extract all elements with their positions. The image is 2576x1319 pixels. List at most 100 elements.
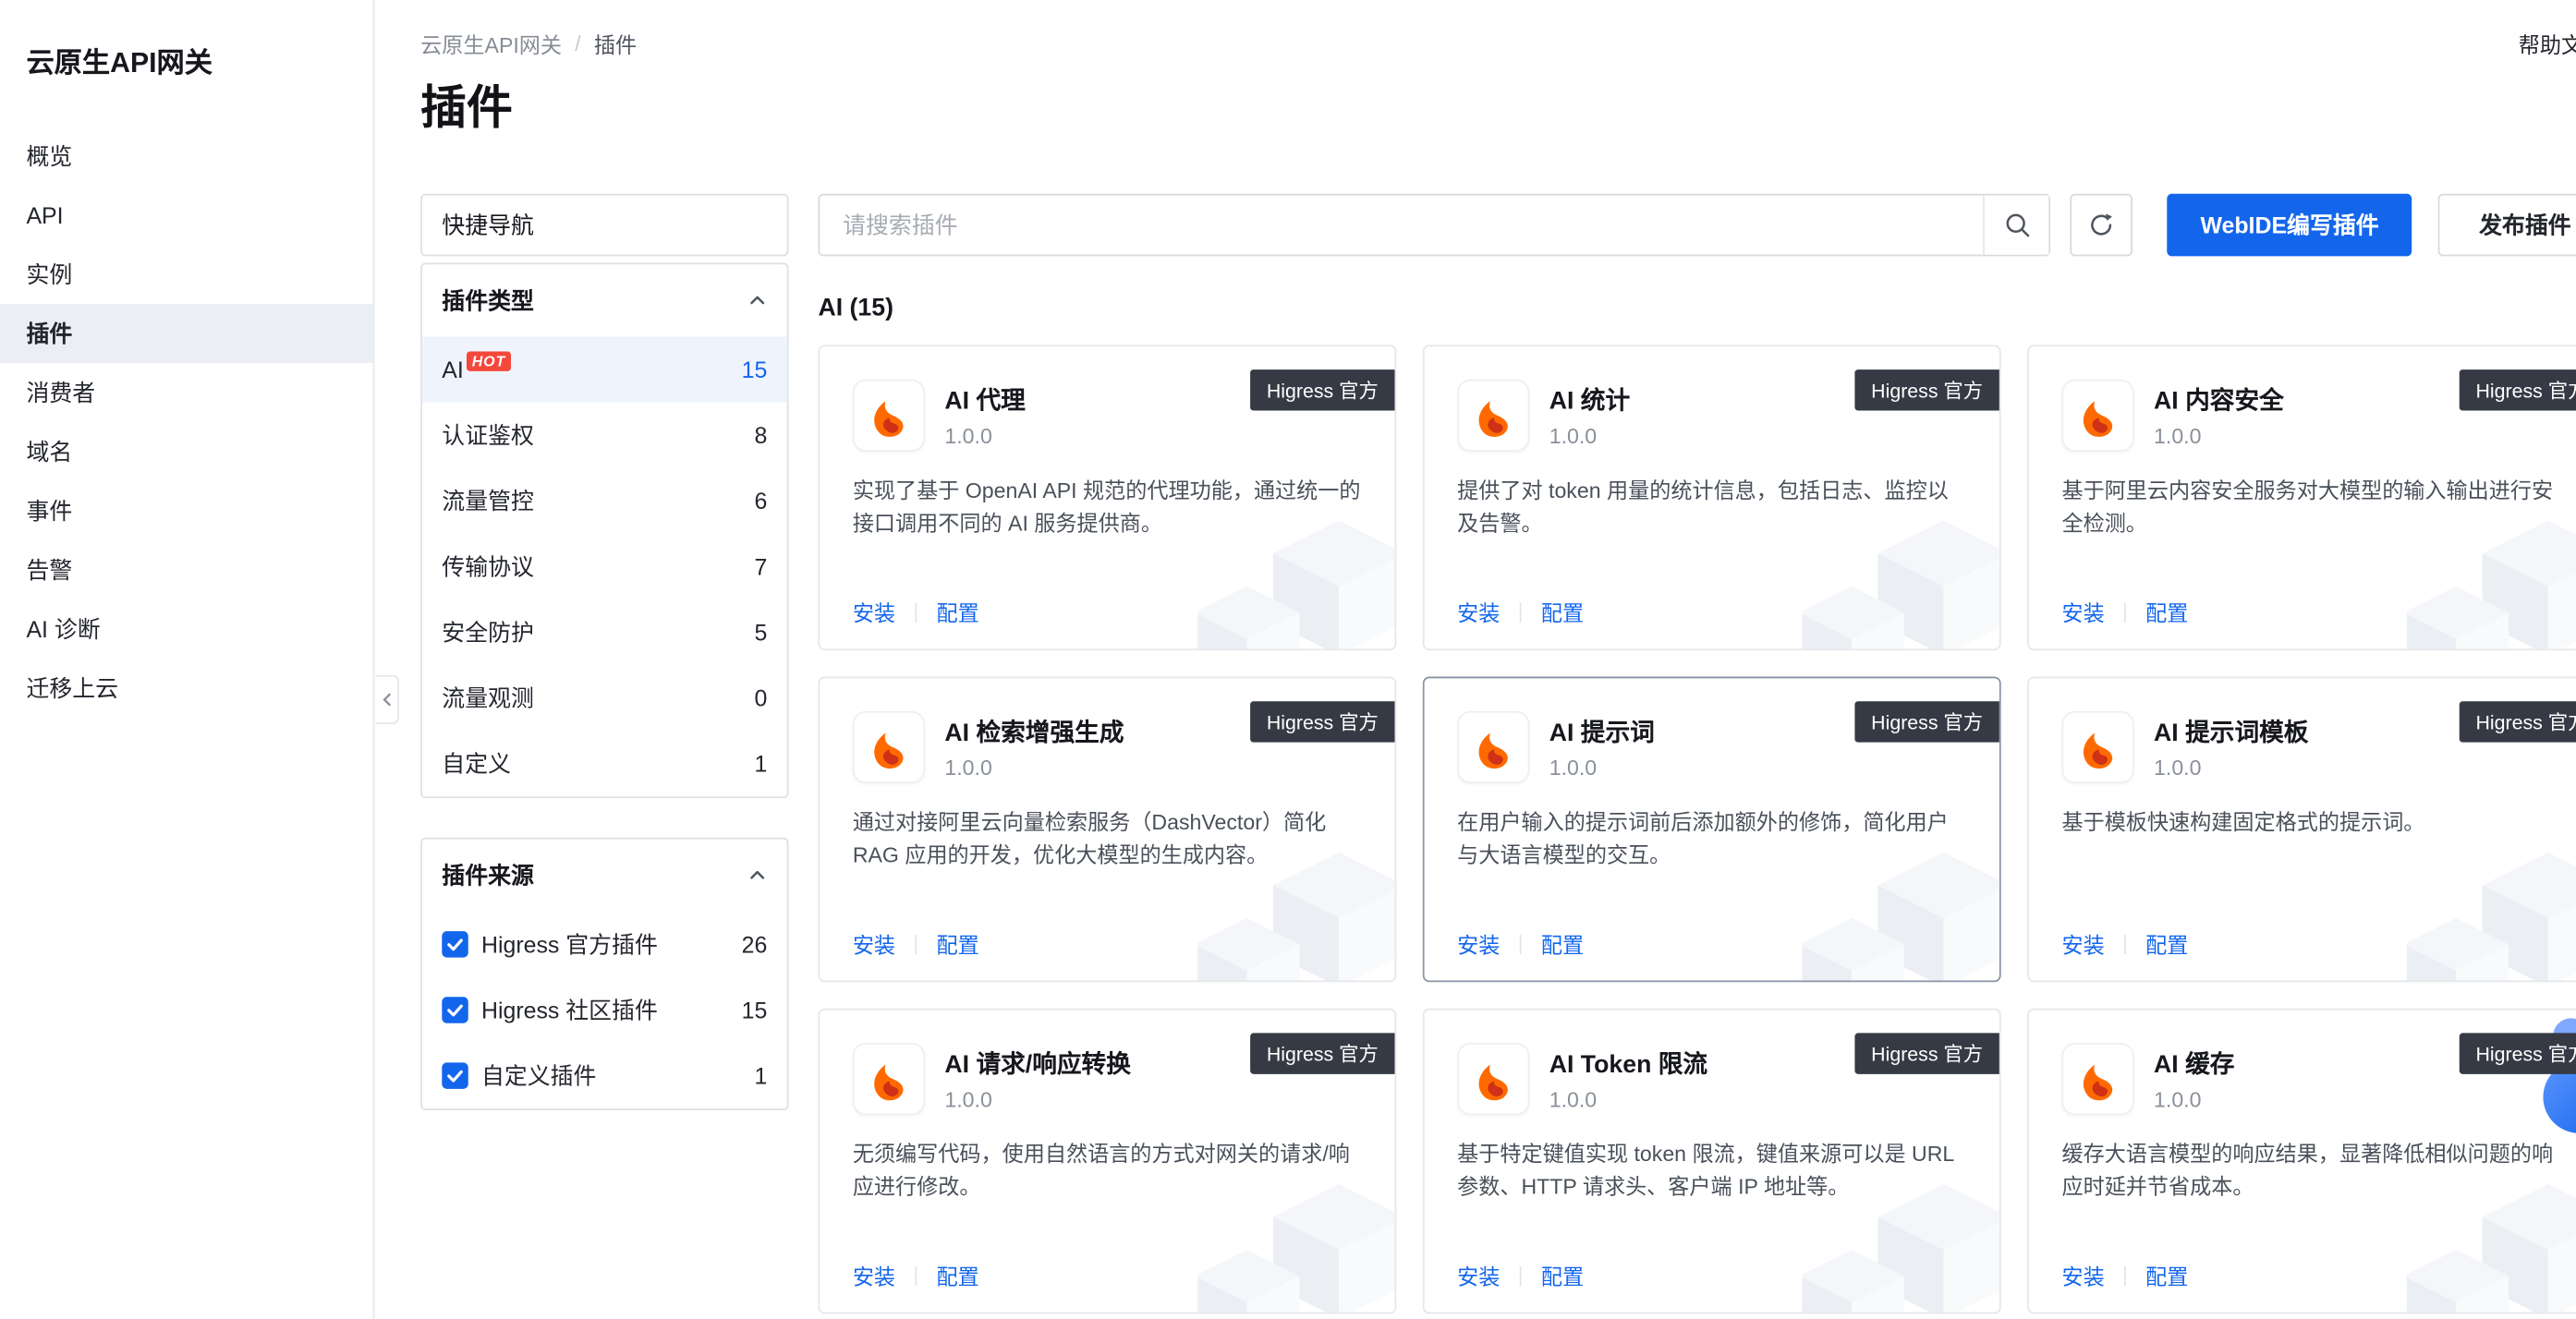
sidebar-item-alerts[interactable]: 告警 — [0, 540, 373, 599]
plugin-version: 1.0.0 — [2154, 1087, 2234, 1112]
plugin-type-title: 插件类型 — [442, 284, 534, 318]
checkbox-checked[interactable] — [442, 1062, 468, 1088]
filter-type-auth[interactable]: 认证鉴权 8 — [422, 403, 787, 468]
configure-link[interactable]: 配置 — [2145, 596, 2188, 627]
official-badge: Higress 官方 — [1250, 1033, 1394, 1073]
plugin-card[interactable]: Higress 官方 AI 缓存 1.0.0 缓存大语言模型的响应结果，显著降低… — [2027, 1009, 2576, 1314]
configure-link[interactable]: 配置 — [2145, 1260, 2188, 1291]
card-meta: AI 请求/响应转换 1.0.0 — [944, 1043, 1131, 1115]
card-meta: AI Token 限流 1.0.0 — [1549, 1043, 1707, 1115]
plugin-card[interactable]: Higress 官方 AI 提示词 1.0.0 在用户输入的提示词前后添加额外的… — [1423, 677, 2001, 983]
filter-type-ai[interactable]: AIHOT 15 — [422, 337, 787, 403]
install-link[interactable]: 安装 — [853, 1260, 895, 1291]
search-button[interactable] — [1983, 196, 2048, 255]
filter-type-label: 流量观测 — [442, 682, 534, 715]
filter-type-protocol[interactable]: 传输协议 7 — [422, 534, 787, 599]
checkbox-checked[interactable] — [442, 997, 468, 1023]
plugin-source-header[interactable]: 插件来源 — [422, 840, 787, 912]
webide-button[interactable]: WebIDE编写插件 — [2168, 194, 2412, 257]
filter-type-label: 传输协议 — [442, 551, 534, 584]
sidebar-item-consumers[interactable]: 消费者 — [0, 363, 373, 422]
filter-type-custom[interactable]: 自定义 1 — [422, 731, 787, 796]
official-badge: Higress 官方 — [1250, 369, 1394, 410]
install-link[interactable]: 安装 — [1457, 1260, 1500, 1291]
configure-link[interactable]: 配置 — [1541, 1260, 1584, 1291]
sidebar-item-overview[interactable]: 概览 — [0, 127, 373, 186]
plugin-description: 缓存大语言模型的响应结果，显著降低相似问题的响应时延并节省成本。 — [2061, 1138, 2570, 1204]
plugin-version: 1.0.0 — [944, 756, 1124, 781]
publish-plugin-button[interactable]: 发布插件 — [2438, 194, 2576, 257]
install-link[interactable]: 安装 — [2061, 928, 2104, 960]
plugin-description: 实现了基于 OpenAI API 规范的代理功能，通过统一的接口调用不同的 AI… — [853, 475, 1362, 540]
higress-logo-icon — [1457, 711, 1529, 783]
filter-source-official[interactable]: Higress 官方插件 26 — [422, 912, 787, 977]
action-divider — [2124, 602, 2126, 622]
install-link[interactable]: 安装 — [1457, 928, 1500, 960]
card-meta: AI 统计 1.0.0 — [1549, 380, 1630, 452]
filter-source-count: 15 — [742, 997, 768, 1023]
plugin-card[interactable]: Higress 官方 AI 请求/响应转换 1.0.0 无须编写代码，使用自然语… — [818, 1009, 1396, 1314]
plugin-card[interactable]: Higress 官方 AI 代理 1.0.0 实现了基于 OpenAI API … — [818, 345, 1396, 650]
chevron-up-icon — [747, 865, 767, 885]
action-divider — [915, 1265, 917, 1285]
filter-type-traffic-control[interactable]: 流量管控 6 — [422, 468, 787, 534]
install-link[interactable]: 安装 — [853, 596, 895, 627]
filter-source-count: 26 — [742, 931, 768, 957]
plugin-card[interactable]: Higress 官方 AI 内容安全 1.0.0 基于阿里云内容安全服务对大模型… — [2027, 345, 2576, 650]
configure-link[interactable]: 配置 — [1541, 928, 1584, 960]
chevron-up-icon — [747, 291, 767, 310]
configure-link[interactable]: 配置 — [937, 596, 979, 627]
check-icon — [445, 1066, 465, 1085]
filter-source-custom[interactable]: 自定义插件 1 — [422, 1043, 787, 1108]
sidebar-item-ai-diagnosis[interactable]: AI 诊断 — [0, 599, 373, 659]
higress-logo-icon — [1457, 1043, 1529, 1115]
breadcrumb-root[interactable]: 云原生API网关 — [420, 28, 562, 59]
chevron-left-icon — [379, 692, 395, 708]
search-group — [818, 194, 2050, 257]
install-link[interactable]: 安装 — [2061, 596, 2104, 627]
sidebar-collapse-handle[interactable] — [374, 675, 399, 724]
sidebar-item-events[interactable]: 事件 — [0, 481, 373, 540]
search-input[interactable] — [820, 196, 1983, 255]
filter-type-count: 0 — [754, 684, 767, 710]
plugin-type-header[interactable]: 插件类型 — [422, 264, 787, 336]
filter-type-security[interactable]: 安全防护 5 — [422, 599, 787, 665]
hot-badge: HOT — [467, 352, 510, 371]
plugin-title: AI 提示词模板 — [2154, 714, 2308, 748]
checkbox-checked[interactable] — [442, 931, 468, 957]
plugin-description: 提供了对 token 用量的统计信息，包括日志、监控以及告警。 — [1457, 475, 1966, 540]
plugin-card[interactable]: Higress 官方 AI 检索增强生成 1.0.0 通过对接阿里云向量检索服务… — [818, 677, 1396, 983]
plugin-card[interactable]: Higress 官方 AI 提示词模板 1.0.0 基于模板快速构建固定格式的提… — [2027, 677, 2576, 983]
card-actions: 安装 配置 — [853, 596, 979, 627]
sidebar-item-api[interactable]: API — [0, 186, 373, 245]
sidebar-item-instances[interactable]: 实例 — [0, 245, 373, 304]
configure-link[interactable]: 配置 — [2145, 928, 2188, 960]
higress-logo-icon — [2061, 711, 2133, 783]
filter-type-count: 6 — [754, 488, 767, 514]
card-actions: 安装 配置 — [1457, 928, 1584, 960]
higress-logo-icon — [2061, 380, 2133, 452]
toolbar: WebIDE编写插件 发布插件 — [818, 194, 2576, 257]
filter-source-label: Higress 社区插件 — [442, 994, 658, 1027]
filter-source-community[interactable]: Higress 社区插件 15 — [422, 977, 787, 1043]
filter-type-observability[interactable]: 流量观测 0 — [422, 665, 787, 731]
plugin-card[interactable]: Higress 官方 AI Token 限流 1.0.0 基于特定键值实现 to… — [1423, 1009, 2001, 1314]
install-link[interactable]: 安装 — [2061, 1260, 2104, 1291]
sidebar-item-plugins[interactable]: 插件 — [0, 304, 373, 363]
sidebar-item-domains[interactable]: 域名 — [0, 422, 373, 481]
install-link[interactable]: 安装 — [853, 928, 895, 960]
action-divider — [915, 602, 917, 622]
configure-link[interactable]: 配置 — [937, 1260, 979, 1291]
install-link[interactable]: 安装 — [1457, 596, 1500, 627]
sidebar: 云原生API网关 概览 API 实例 插件 消费者 域名 事件 告警 AI 诊断… — [0, 0, 374, 1319]
plugin-version: 1.0.0 — [1549, 756, 1655, 781]
help-link[interactable]: 帮助文档 — [2519, 28, 2576, 59]
plugin-title: AI 缓存 — [2154, 1047, 2234, 1081]
card-meta: AI 提示词模板 1.0.0 — [2154, 711, 2308, 783]
plugin-card[interactable]: Higress 官方 AI 统计 1.0.0 提供了对 token 用量的统计信… — [1423, 345, 2001, 650]
configure-link[interactable]: 配置 — [937, 928, 979, 960]
plugin-source-panel: 插件来源 Higress 官方插件 26 Higress 社区插件 15 — [420, 838, 788, 1110]
configure-link[interactable]: 配置 — [1541, 596, 1584, 627]
sidebar-item-migration[interactable]: 迁移上云 — [0, 659, 373, 718]
refresh-button[interactable] — [2070, 194, 2132, 257]
